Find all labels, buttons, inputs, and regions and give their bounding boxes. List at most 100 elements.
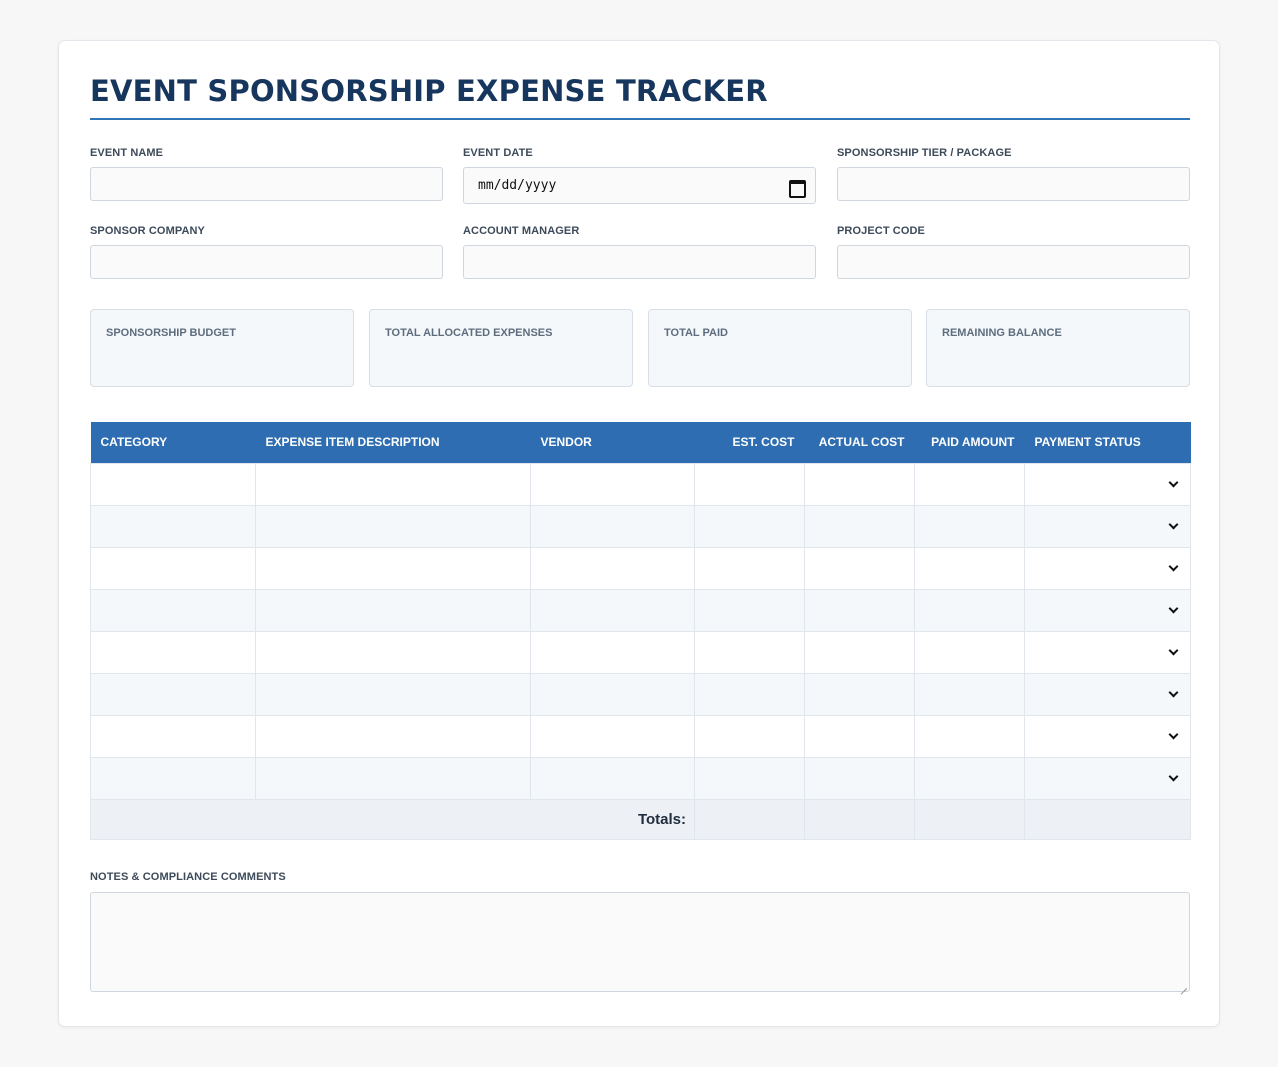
tier-input[interactable] [837, 167, 1190, 201]
description-cell[interactable] [255, 672, 531, 716]
column-header-payment-status: PAYMENT STATUS [1024, 422, 1191, 463]
description-cell[interactable] [255, 546, 531, 590]
summary-label: TOTAL PAID [664, 327, 728, 339]
paid-amount-cell[interactable] [914, 630, 1025, 674]
title-divider [90, 118, 1190, 120]
chevron-down-icon[interactable] [1169, 563, 1178, 572]
paid-amount-cell[interactable] [914, 714, 1025, 758]
table-row [90, 756, 1191, 800]
payment-status-select[interactable] [1024, 630, 1191, 674]
est-cost-cell[interactable] [694, 714, 805, 758]
sponsor-company-label: SPONSOR COMPANY [90, 225, 205, 237]
payment-status-select[interactable] [1024, 588, 1191, 632]
category-cell[interactable] [90, 756, 256, 800]
vendor-cell[interactable] [530, 588, 695, 632]
column-header-description: EXPENSE ITEM DESCRIPTION [255, 422, 531, 463]
summary-box-balance: REMAINING BALANCE [926, 309, 1190, 387]
account-manager-label: ACCOUNT MANAGER [463, 225, 580, 237]
vendor-cell[interactable] [530, 462, 695, 506]
table-row [90, 504, 1191, 548]
category-cell[interactable] [90, 714, 256, 758]
vendor-cell[interactable] [530, 504, 695, 548]
chevron-down-icon[interactable] [1169, 773, 1178, 782]
total-actual-cost [804, 798, 915, 840]
column-header-actual-cost: ACTUAL COST [804, 422, 915, 463]
table-row [90, 714, 1191, 758]
paid-amount-cell[interactable] [914, 462, 1025, 506]
payment-status-select[interactable] [1024, 546, 1191, 590]
payment-status-select[interactable] [1024, 504, 1191, 548]
actual-cost-cell[interactable] [804, 630, 915, 674]
category-cell[interactable] [90, 546, 256, 590]
est-cost-cell[interactable] [694, 546, 805, 590]
payment-status-select[interactable] [1024, 756, 1191, 800]
project-code-input[interactable] [837, 245, 1190, 279]
summary-label: REMAINING BALANCE [942, 327, 1062, 339]
vendor-cell[interactable] [530, 756, 695, 800]
total-paid-amount [914, 798, 1025, 840]
sponsor-company-input[interactable] [90, 245, 443, 279]
description-cell[interactable] [255, 714, 531, 758]
event-date-input[interactable]: mm/dd/yyyy [463, 167, 816, 204]
actual-cost-cell[interactable] [804, 504, 915, 548]
est-cost-cell[interactable] [694, 588, 805, 632]
event-name-label: EVENT NAME [90, 147, 164, 159]
actual-cost-cell[interactable] [804, 756, 915, 800]
table-row [90, 630, 1191, 674]
account-manager-input[interactable] [463, 245, 816, 279]
summary-box-budget: SPONSORSHIP BUDGET [90, 309, 354, 387]
calendar-icon[interactable] [789, 179, 806, 198]
paid-amount-cell[interactable] [914, 756, 1025, 800]
chevron-down-icon[interactable] [1169, 521, 1178, 530]
category-cell[interactable] [90, 462, 256, 506]
description-cell[interactable] [255, 630, 531, 674]
tier-label: SPONSORSHIP TIER / PACKAGE [837, 147, 1012, 159]
category-cell[interactable] [90, 630, 256, 674]
payment-status-select[interactable] [1024, 462, 1191, 506]
chevron-down-icon[interactable] [1169, 689, 1178, 698]
est-cost-cell[interactable] [694, 672, 805, 716]
payment-status-select[interactable] [1024, 714, 1191, 758]
paid-amount-cell[interactable] [914, 672, 1025, 716]
actual-cost-cell[interactable] [804, 462, 915, 506]
category-cell[interactable] [90, 588, 256, 632]
column-header-est-cost: EST. COST [694, 422, 805, 463]
notes-textarea[interactable] [90, 892, 1190, 992]
column-header-vendor: VENDOR [530, 422, 695, 463]
category-cell[interactable] [90, 504, 256, 548]
est-cost-cell[interactable] [694, 630, 805, 674]
description-cell[interactable] [255, 462, 531, 506]
summary-box-allocated: TOTAL ALLOCATED EXPENSES [369, 309, 633, 387]
paid-amount-cell[interactable] [914, 546, 1025, 590]
est-cost-cell[interactable] [694, 504, 805, 548]
vendor-cell[interactable] [530, 714, 695, 758]
expense-tracker-card: EVENT SPONSORSHIP EXPENSE TRACKER EVENT … [58, 40, 1220, 1027]
event-name-input[interactable] [90, 167, 443, 201]
actual-cost-cell[interactable] [804, 546, 915, 590]
actual-cost-cell[interactable] [804, 672, 915, 716]
summary-label: TOTAL ALLOCATED EXPENSES [385, 327, 553, 339]
chevron-down-icon[interactable] [1169, 647, 1178, 656]
chevron-down-icon[interactable] [1169, 479, 1178, 488]
description-cell[interactable] [255, 588, 531, 632]
paid-amount-cell[interactable] [914, 504, 1025, 548]
chevron-down-icon[interactable] [1169, 731, 1178, 740]
payment-status-select[interactable] [1024, 672, 1191, 716]
actual-cost-cell[interactable] [804, 588, 915, 632]
table-header-row: CATEGORY EXPENSE ITEM DESCRIPTION VENDOR… [90, 422, 1191, 463]
resize-grip-icon[interactable] [1179, 981, 1187, 989]
vendor-cell[interactable] [530, 546, 695, 590]
vendor-cell[interactable] [530, 630, 695, 674]
table-row [90, 546, 1191, 590]
description-cell[interactable] [255, 504, 531, 548]
est-cost-cell[interactable] [694, 462, 805, 506]
chevron-down-icon[interactable] [1169, 605, 1178, 614]
est-cost-cell[interactable] [694, 756, 805, 800]
actual-cost-cell[interactable] [804, 714, 915, 758]
vendor-cell[interactable] [530, 672, 695, 716]
paid-amount-cell[interactable] [914, 588, 1025, 632]
description-cell[interactable] [255, 756, 531, 800]
notes-label: NOTES & COMPLIANCE COMMENTS [90, 871, 286, 883]
totals-label: Totals: [90, 798, 695, 840]
category-cell[interactable] [90, 672, 256, 716]
